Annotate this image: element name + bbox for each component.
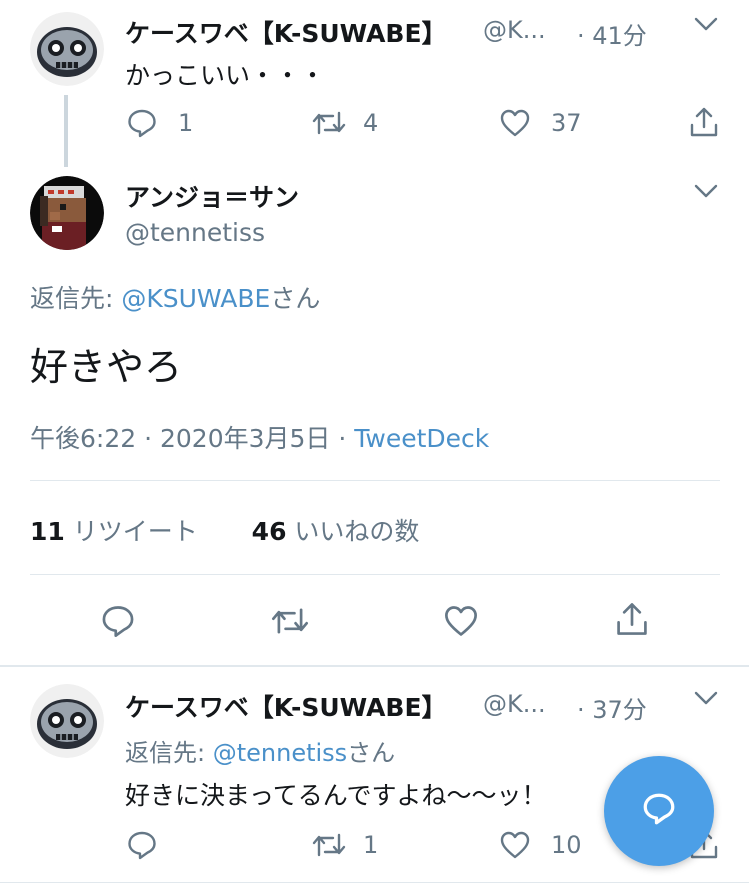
like-count: 10 <box>551 831 582 859</box>
skull-avatar-image <box>30 684 104 758</box>
compose-reply-button[interactable] <box>604 756 714 866</box>
like-icon <box>499 107 531 139</box>
reply-to-handle-link[interactable]: @KSUWABE <box>121 284 270 313</box>
reply-count: 1 <box>178 109 194 137</box>
author-name[interactable]: アンジョ＝サン <box>125 178 299 214</box>
tweet-text: かっこいい・・・ <box>125 61 326 90</box>
retweet-count: 1 <box>363 831 379 859</box>
share-icon <box>614 600 650 638</box>
retweet-count: 4 <box>363 109 379 137</box>
like-button[interactable] <box>443 603 479 639</box>
divider <box>30 480 720 481</box>
compose-reply-icon <box>639 789 679 833</box>
tweet-timestamp[interactable]: 午後6:22 · 2020年3月5日 · <box>30 424 354 453</box>
pixel-character-avatar-image <box>30 176 104 250</box>
engagement-stats: 11 リツイート 46 いいねの数 <box>30 512 419 548</box>
skull-avatar-image <box>30 12 104 86</box>
like-button[interactable]: 10 <box>499 829 582 861</box>
tweet-text: 好きに決まってるんですよね〜〜ッ！ <box>125 781 547 810</box>
reply-icon <box>126 107 158 139</box>
author-name[interactable]: ケースワベ【K-SUWABE】 <box>125 14 447 50</box>
chevron-down-icon[interactable] <box>694 183 718 203</box>
tweet-time[interactable]: · 41分 <box>577 16 647 51</box>
divider <box>0 882 749 883</box>
retweets-number: 11 <box>30 517 65 546</box>
like-icon <box>443 603 479 639</box>
avatar[interactable] <box>30 12 104 86</box>
reply-to-suffix: さん <box>347 739 396 767</box>
share-button[interactable] <box>688 105 720 139</box>
divider <box>30 574 720 575</box>
like-count: 37 <box>551 109 582 137</box>
reply-button[interactable] <box>126 829 158 861</box>
author-handle[interactable]: @K... <box>483 16 546 44</box>
avatar[interactable] <box>30 176 104 250</box>
reply-to-prefix: 返信先: <box>125 739 213 767</box>
tweet-source-link[interactable]: TweetDeck <box>354 424 489 453</box>
tweet-time[interactable]: · 37分 <box>577 690 647 725</box>
author-handle[interactable]: @K... <box>483 690 546 718</box>
author-handle[interactable]: @tennetiss <box>125 218 265 247</box>
reply-to-suffix: さん <box>270 284 321 313</box>
like-icon <box>499 829 531 861</box>
retweets-stat[interactable]: 11 リツイート <box>30 517 198 546</box>
reply-to-line: 返信先: @tennetissさん <box>125 733 395 768</box>
reply-to-handle-link[interactable]: @tennetiss <box>213 739 347 767</box>
retweet-icon <box>311 829 347 861</box>
tweet-text: 好きやろ <box>30 345 183 389</box>
reply-to-prefix: 返信先: <box>30 284 122 313</box>
chevron-down-icon[interactable] <box>694 690 718 710</box>
divider <box>0 665 749 667</box>
retweet-button[interactable] <box>270 603 310 639</box>
chevron-down-icon[interactable] <box>694 16 718 36</box>
retweets-label: リツイート <box>72 517 198 546</box>
author-name[interactable]: ケースワベ【K-SUWABE】 <box>125 688 447 724</box>
share-button[interactable] <box>614 600 650 638</box>
tweet-timestamp-line: 午後6:22 · 2020年3月5日 · TweetDeck <box>30 419 489 455</box>
likes-label: いいねの数 <box>294 517 420 546</box>
reply-button[interactable] <box>100 603 136 639</box>
likes-stat[interactable]: 46 いいねの数 <box>252 517 420 546</box>
likes-number: 46 <box>251 517 287 546</box>
reply-to-line: 返信先: @KSUWABEさん <box>30 279 320 315</box>
avatar[interactable] <box>30 684 104 758</box>
share-icon <box>688 105 720 139</box>
retweet-button[interactable]: 1 <box>311 829 378 861</box>
reply-icon <box>100 603 136 639</box>
thread-line <box>64 95 68 167</box>
retweet-icon <box>270 603 310 639</box>
reply-button[interactable]: 1 <box>126 107 193 139</box>
like-button[interactable]: 37 <box>499 107 582 139</box>
reply-icon <box>126 829 158 861</box>
retweet-icon <box>311 107 347 139</box>
retweet-button[interactable]: 4 <box>311 107 378 139</box>
